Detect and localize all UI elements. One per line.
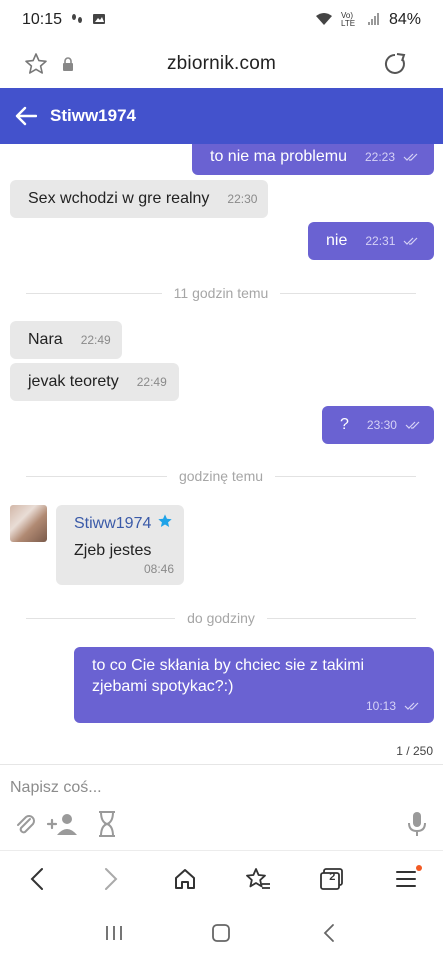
message-text: ? <box>340 416 349 433</box>
attachment-icon[interactable] <box>10 809 40 839</box>
status-bar: 10:15 Vo) LTE 84% <box>0 0 443 40</box>
microphone-icon[interactable] <box>402 809 432 839</box>
tabs-icon[interactable]: 2 <box>310 857 354 901</box>
message-text: Sex wchodzi w gre realny <box>28 190 210 207</box>
message-author[interactable]: Stiww1974 <box>74 515 151 533</box>
divider-label: godzinę temu <box>178 468 264 484</box>
message-time: 10:13 <box>365 699 396 713</box>
time-divider: do godziny <box>26 608 416 628</box>
gallery-icon <box>92 12 106 29</box>
add-person-icon[interactable] <box>46 809 80 839</box>
message-outgoing[interactable]: to nie ma problemu 22:23 <box>192 144 434 175</box>
lock-icon[interactable] <box>56 44 80 84</box>
hourglass-icon[interactable] <box>92 809 122 839</box>
back-arrow-icon[interactable] <box>12 102 40 130</box>
message-text: Zjeb jestes <box>74 542 152 559</box>
browser-url-bar: zbiornik.com <box>0 40 443 88</box>
message-outgoing[interactable]: nie 22:31 <box>308 222 434 260</box>
message-text: Nara <box>28 331 63 348</box>
divider-label: do godziny <box>187 610 255 626</box>
read-ticks-icon <box>404 701 420 711</box>
signal-icon <box>367 12 381 29</box>
clock: 10:15 <box>22 11 63 28</box>
message-incoming[interactable]: Stiww1974 Zjeb jestes 08:46 <box>56 505 184 585</box>
message-text: nie <box>326 232 348 249</box>
message-time: 22:31 <box>365 234 396 248</box>
message-time: 23:30 <box>366 418 397 432</box>
tabs-count: 2 <box>329 870 336 883</box>
divider-label: 11 godzin temu <box>173 285 269 301</box>
menu-icon[interactable] <box>384 857 428 901</box>
message-text-line: zjebami spotykac?:) <box>92 678 234 695</box>
message-outgoing[interactable]: ? 23:30 <box>322 406 434 444</box>
steps-icon <box>70 12 84 29</box>
reload-icon[interactable] <box>363 44 427 84</box>
read-ticks-icon <box>403 236 419 246</box>
url-domain[interactable]: zbiornik.com <box>80 53 363 75</box>
message-time: 22:30 <box>227 192 258 206</box>
network-label: Vo) LTE <box>340 11 356 28</box>
message-input[interactable]: Napisz coś... <box>10 779 102 797</box>
message-incoming[interactable]: Nara 22:49 <box>10 321 122 359</box>
time-divider: godzinę temu <box>26 466 416 486</box>
notification-dot <box>416 864 423 871</box>
home-icon[interactable] <box>163 857 207 901</box>
chat-messages[interactable]: to nie ma problemu 22:23 Sex wchodzi w g… <box>0 144 443 764</box>
message-counter: 1 / 250 <box>396 744 433 758</box>
avatar[interactable] <box>10 505 47 542</box>
message-text-line: to co Cie skłania by chciec sie z takimi <box>92 657 365 674</box>
message-incoming[interactable]: jevak teorety 22:49 <box>10 363 179 401</box>
browser-toolbar: 2 <box>0 850 443 906</box>
message-time: 22:23 <box>364 149 395 164</box>
browser-back-icon[interactable] <box>15 857 59 901</box>
message-composer: Napisz coś... <box>0 764 443 850</box>
message-time: 22:49 <box>136 375 167 389</box>
read-ticks-icon <box>403 152 419 162</box>
chat-contact-name[interactable]: Stiww1974 <box>50 106 136 126</box>
message-incoming[interactable]: Sex wchodzi w gre realny 22:30 <box>10 180 268 218</box>
message-text: jevak teorety <box>28 373 119 390</box>
bookmark-star-icon[interactable] <box>16 44 56 84</box>
system-home-icon[interactable] <box>199 911 243 955</box>
battery-percent: 84% <box>388 11 421 28</box>
recent-apps-icon[interactable] <box>92 911 136 955</box>
system-navigation <box>0 906 443 960</box>
message-time: 08:46 <box>143 562 174 576</box>
time-divider: 11 godzin temu <box>26 283 417 303</box>
message-outgoing[interactable]: to co Cie skłania by chciec sie z takimi… <box>74 647 434 723</box>
bookmarks-icon[interactable] <box>236 857 280 901</box>
message-time: 22:49 <box>80 333 111 347</box>
read-ticks-icon <box>405 420 421 430</box>
wifi-icon <box>315 12 333 29</box>
verified-star-icon <box>157 513 173 534</box>
message-text: to nie ma problemu <box>210 147 347 165</box>
browser-forward-icon[interactable] <box>89 857 133 901</box>
chat-header: Stiww1974 <box>0 88 443 144</box>
system-back-icon[interactable] <box>307 911 351 955</box>
